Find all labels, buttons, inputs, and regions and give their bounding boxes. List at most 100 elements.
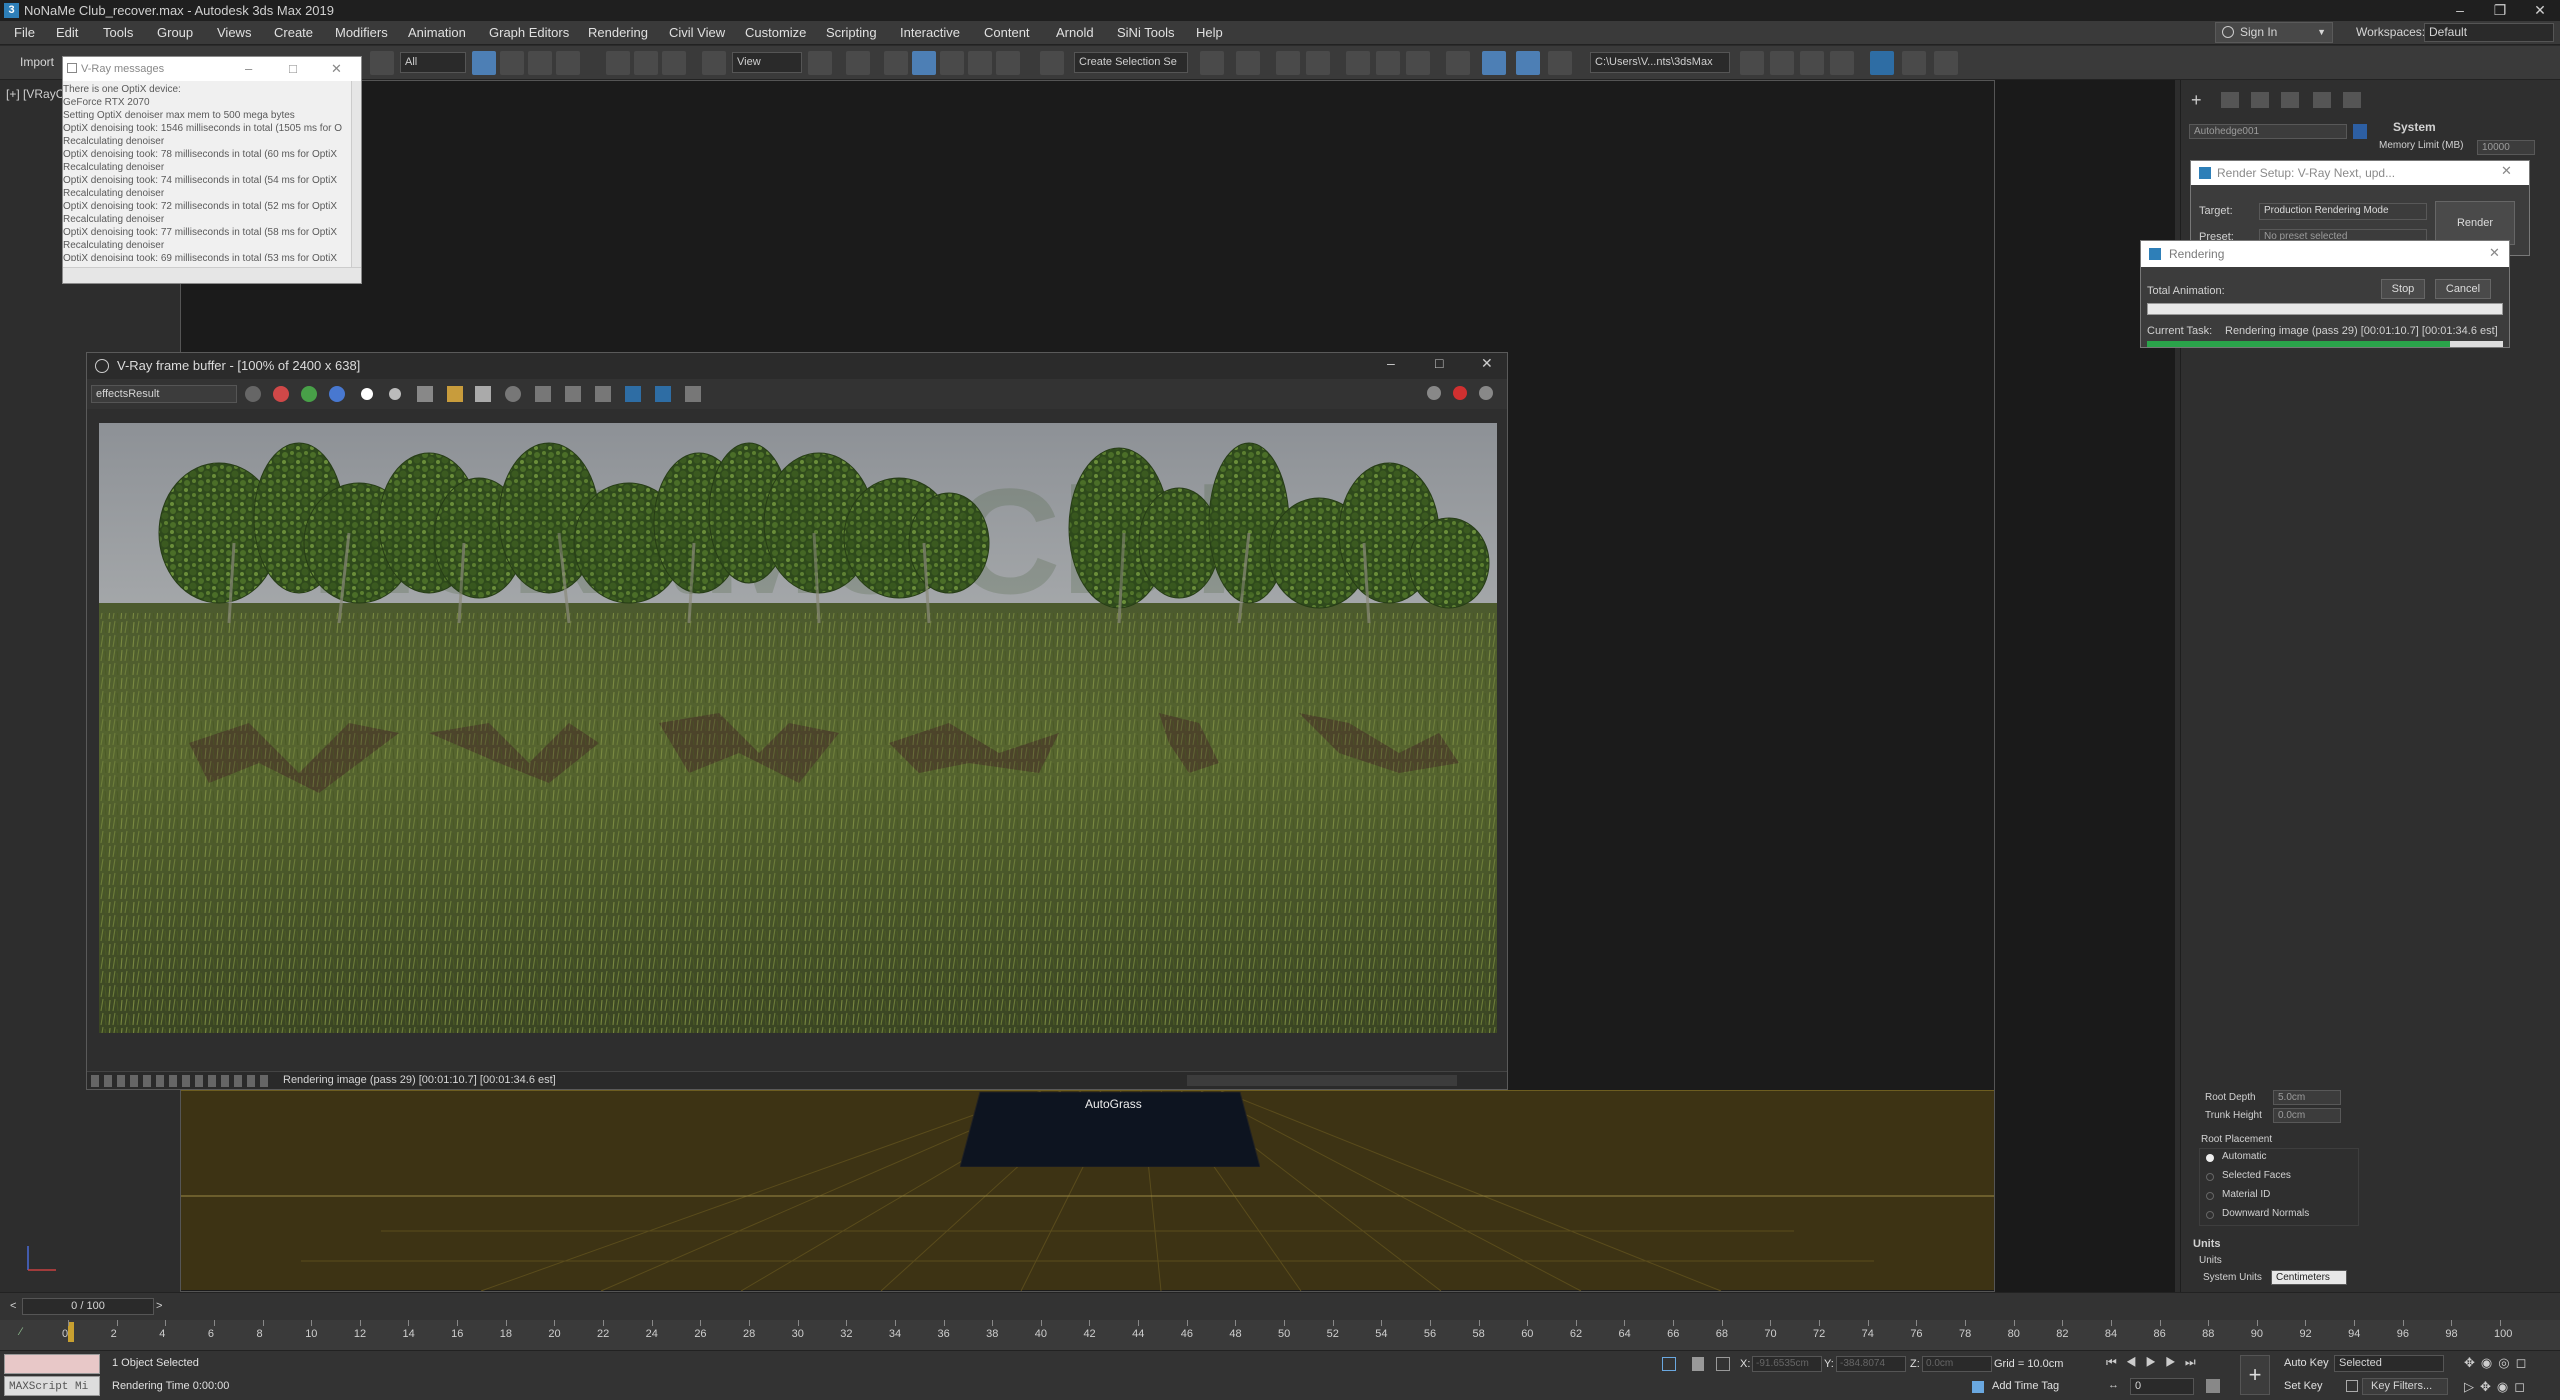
trunk-height-field[interactable]: 0.0cm <box>2273 1108 2341 1123</box>
menu-civil-view[interactable]: Civil View <box>669 21 725 45</box>
rotate-icon[interactable] <box>634 51 658 75</box>
follow-mouse-icon[interactable] <box>565 386 581 402</box>
key-mode-toggle-icon[interactable]: ↔ <box>2108 1379 2119 1391</box>
auto-key-button[interactable]: Auto Key <box>2284 1357 2329 1369</box>
radio-automatic[interactable] <box>2206 1154 2214 1162</box>
workspaces-selector[interactable]: Workspaces: Default <box>2356 22 2560 43</box>
align-icon[interactable] <box>1236 51 1260 75</box>
stamp-icon[interactable] <box>595 386 611 402</box>
system-units-field[interactable]: Centimeters <box>2271 1270 2347 1285</box>
create-selection-set-dropdown[interactable]: Create Selection Se <box>1074 52 1188 73</box>
viewport-navigation-icons-2[interactable]: ▷✥◉◻ <box>2464 1379 2531 1395</box>
menu-animation[interactable]: Animation <box>408 21 466 45</box>
pivot-icon[interactable] <box>808 51 832 75</box>
lut-icon[interactable] <box>685 386 701 402</box>
menu-edit[interactable]: Edit <box>56 21 78 45</box>
rendering-close-icon[interactable]: ✕ <box>2489 245 2500 261</box>
region-render-icon[interactable] <box>535 386 551 402</box>
tools-icon[interactable] <box>1902 51 1926 75</box>
project-path-dropdown[interactable]: C:\Users\V...nts\3dsMax <box>1590 52 1730 73</box>
workspaces-value[interactable]: Default <box>2424 23 2554 42</box>
target-dropdown[interactable]: Production Rendering Mode <box>2259 203 2427 220</box>
time-tag-icon[interactable] <box>1972 1381 1984 1393</box>
reference-coordinate-dropdown[interactable]: View <box>732 52 802 73</box>
object-color-swatch[interactable] <box>2353 124 2367 139</box>
select-manipulate-icon[interactable] <box>846 51 870 75</box>
root-option-downward-normals[interactable]: Downward Normals <box>2222 1208 2309 1219</box>
isolate-selection-icon[interactable] <box>1662 1357 1676 1371</box>
menu-interactive[interactable]: Interactive <box>900 21 960 45</box>
vfb-history-icon[interactable] <box>1427 386 1441 400</box>
vray-messages-close-icon[interactable]: ✕ <box>331 61 342 77</box>
vray-messages-vscrollbar[interactable] <box>351 81 361 267</box>
selection-filter-dropdown[interactable]: All <box>400 52 466 73</box>
next-frame-icon[interactable]: > <box>156 1300 162 1312</box>
color-correction-icon[interactable] <box>625 386 641 402</box>
select-object-icon[interactable] <box>472 51 496 75</box>
sign-in-dropdown[interactable]: Sign In ▼ <box>2215 22 2333 43</box>
y-coordinate-field[interactable]: -384.8074 <box>1836 1356 1906 1372</box>
radio-downward-normals[interactable] <box>2206 1211 2214 1219</box>
rect-selection-icon[interactable] <box>528 51 552 75</box>
root-option-material-id[interactable]: Material ID <box>2222 1189 2270 1200</box>
display-tab-icon[interactable] <box>2313 92 2331 108</box>
prev-frame-icon[interactable]: < <box>10 1300 16 1312</box>
utilities-tab-icon[interactable] <box>2343 92 2361 108</box>
maxscript-listener-pink[interactable] <box>4 1354 100 1374</box>
absolute-mode-icon[interactable] <box>1716 1357 1730 1371</box>
menu-rendering[interactable]: Rendering <box>588 21 648 45</box>
layer-explorer-icon[interactable] <box>1306 51 1330 75</box>
radio-material-id[interactable] <box>2206 1192 2214 1200</box>
import-button[interactable]: Import <box>20 55 54 69</box>
menu-customize[interactable]: Customize <box>745 21 806 45</box>
save-folder-icon[interactable] <box>1800 51 1824 75</box>
vray-messages-maximize-icon[interactable]: □ <box>289 61 297 76</box>
menu-graph-editors[interactable]: Graph Editors <box>489 21 569 45</box>
root-option-selected-faces[interactable]: Selected Faces <box>2222 1170 2291 1181</box>
viewport-navigation-icons[interactable]: ✥◉◎◻ <box>2464 1355 2532 1371</box>
render-last-icon[interactable] <box>1479 386 1493 400</box>
selection-lock-icon[interactable] <box>1692 1357 1704 1371</box>
mini-curve-icon[interactable]: ∕ <box>20 1326 22 1338</box>
table-icon[interactable] <box>1934 51 1958 75</box>
render-iterative-icon[interactable] <box>1548 51 1572 75</box>
render-setup-icon[interactable] <box>1446 51 1470 75</box>
window-crossing-icon[interactable] <box>556 51 580 75</box>
render-setup-close-icon[interactable]: ✕ <box>2501 163 2512 179</box>
rendered-frame-window-icon[interactable] <box>1482 51 1506 75</box>
key-filters-icon[interactable] <box>2346 1380 2358 1392</box>
menu-help[interactable]: Help <box>1196 21 1223 45</box>
menu-sini-tools[interactable]: SiNi Tools <box>1117 21 1175 45</box>
menu-scripting[interactable]: Scripting <box>826 21 877 45</box>
rendered-image[interactable]: NoNaMe Club <box>99 423 1497 1033</box>
project-folder-icon[interactable] <box>1740 51 1764 75</box>
current-frame-field[interactable]: 0 <box>2130 1378 2194 1395</box>
place-icon[interactable] <box>702 51 726 75</box>
frame-counter[interactable]: 0 / 100 <box>22 1298 154 1315</box>
blue-channel-icon[interactable] <box>329 386 345 402</box>
cancel-button[interactable]: Cancel <box>2435 279 2491 299</box>
menu-modifiers[interactable]: Modifiers <box>335 21 388 45</box>
scale-icon[interactable] <box>662 51 686 75</box>
vfb-status-icons[interactable] <box>91 1075 271 1087</box>
menu-create[interactable]: Create <box>274 21 313 45</box>
railclone-icon[interactable] <box>1870 51 1894 75</box>
selected-dropdown[interactable]: Selected <box>2334 1355 2444 1372</box>
save-icon[interactable] <box>417 386 433 402</box>
system-header[interactable]: System <box>2393 120 2436 134</box>
vfb-maximize-icon[interactable]: □ <box>1435 355 1443 371</box>
green-channel-icon[interactable] <box>301 386 317 402</box>
time-configuration-icon[interactable] <box>2206 1379 2220 1393</box>
snap-toggle-icon[interactable] <box>912 51 936 75</box>
scene-explorer-icon[interactable] <box>1276 51 1300 75</box>
scene-folder-icon[interactable] <box>1830 51 1854 75</box>
vfb-close-icon[interactable]: ✕ <box>1481 355 1493 372</box>
create-tab-icon[interactable]: + <box>2191 90 2211 110</box>
z-coordinate-field[interactable]: 0.0cm <box>1922 1356 1992 1372</box>
motion-tab-icon[interactable] <box>2281 92 2299 108</box>
menu-arnold[interactable]: Arnold <box>1056 21 1094 45</box>
playback-controls[interactable]: ⏮◀▶▶⏭ <box>2106 1355 2205 1370</box>
clear-icon[interactable] <box>475 386 491 402</box>
menu-group[interactable]: Group <box>157 21 193 45</box>
hierarchy-tab-icon[interactable] <box>2251 92 2269 108</box>
